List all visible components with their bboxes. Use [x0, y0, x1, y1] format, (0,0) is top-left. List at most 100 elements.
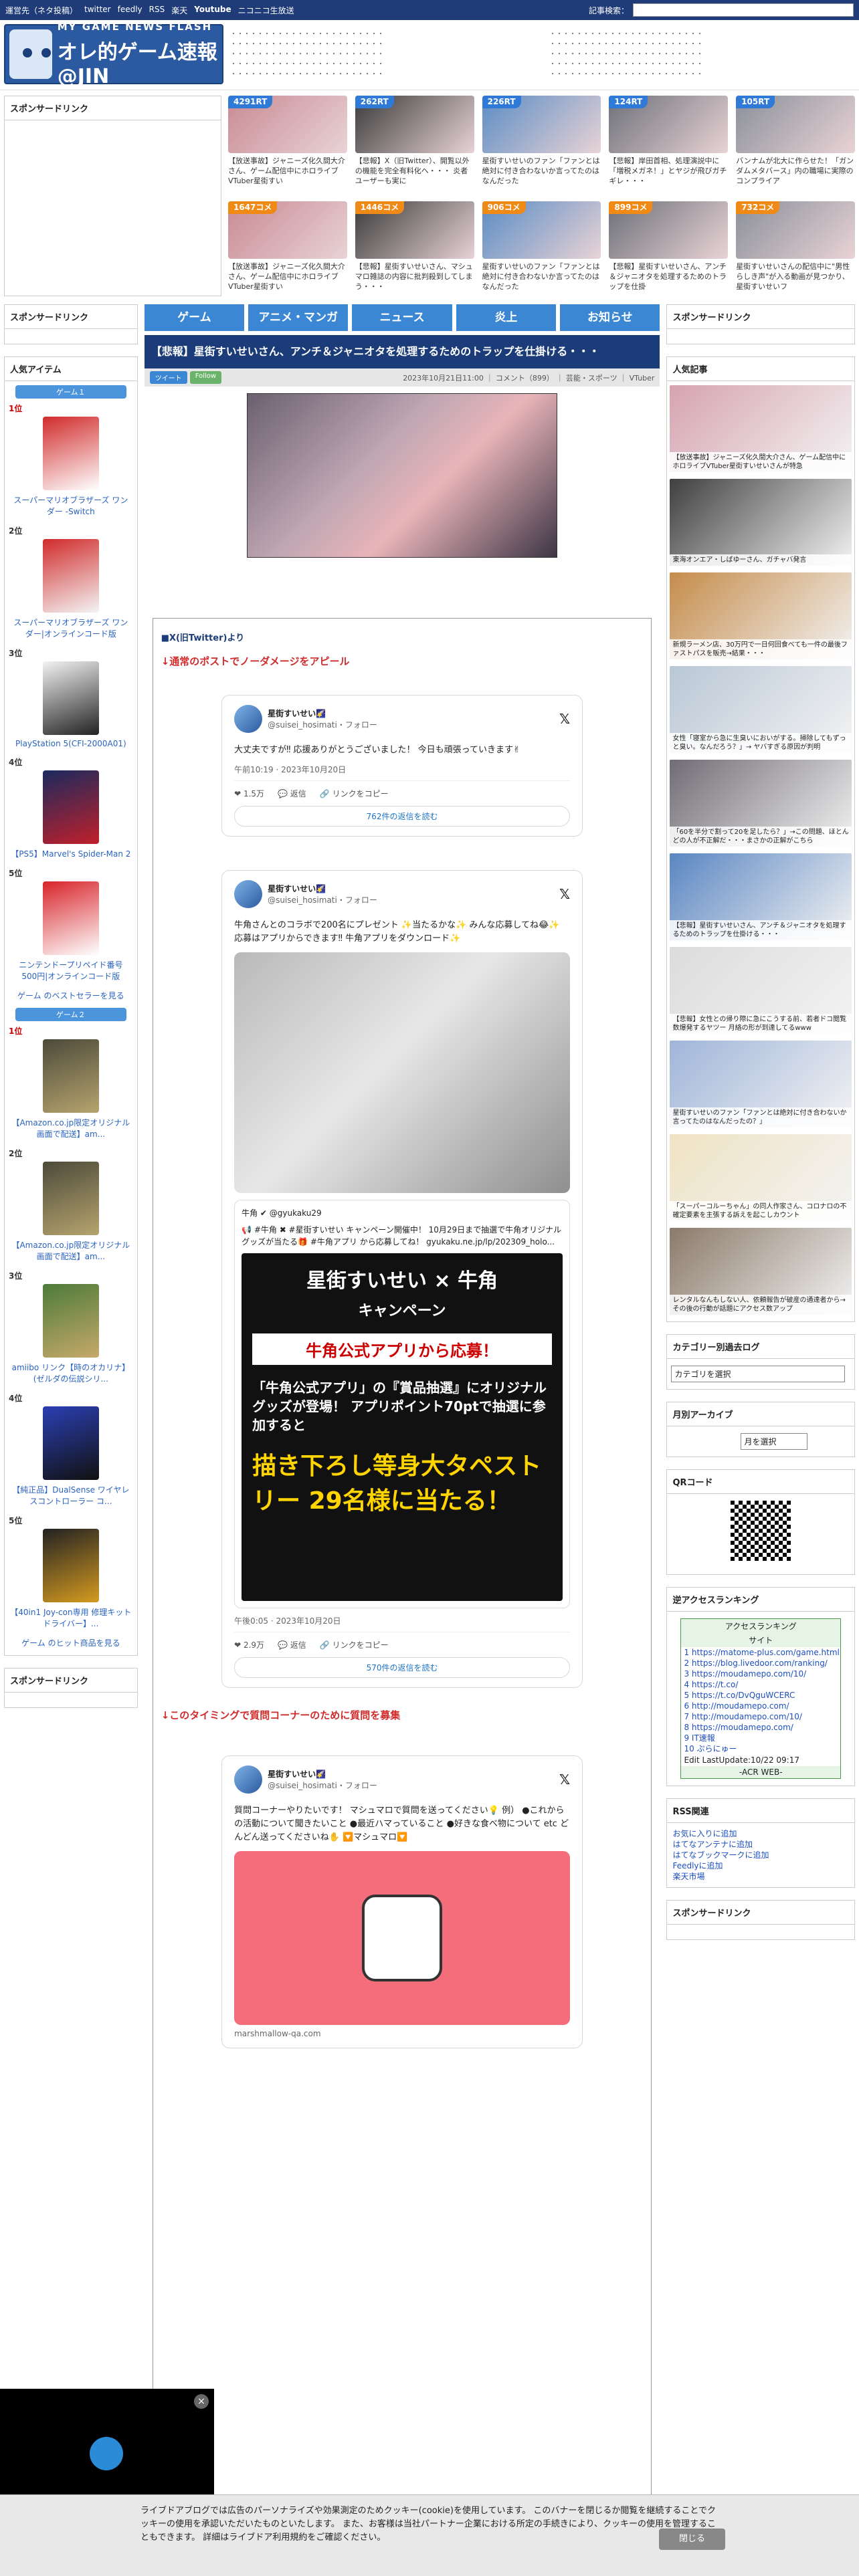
tweet-image[interactable]: [234, 952, 571, 1193]
play-icon[interactable]: [90, 2437, 123, 2470]
product-name[interactable]: ニンテンドープリペイド番号 500円|オンラインコード版: [10, 959, 132, 982]
product-name[interactable]: 【純正品】DualSense ワイヤレスコントローラー コ...: [10, 1484, 132, 1507]
product-image[interactable]: [42, 539, 99, 613]
headline-item[interactable]: ・・・・・・・・・・・・・・・・・・・・・・・: [230, 60, 536, 70]
product-image[interactable]: [42, 881, 99, 955]
ranking-card[interactable]: 124RT 【悲報】岸田首相、処理演説中に「増税メガネ！」とヤジが飛びガチギレ・・…: [609, 96, 729, 193]
nav-info[interactable]: お知らせ: [560, 304, 660, 331]
product-image[interactable]: [42, 1406, 99, 1480]
ranking-card[interactable]: 1446コメ 【悲報】星街すいせいさん、マシュマロ雑誌の内容に批判殺到してしまう・…: [355, 201, 474, 299]
ranking-card[interactable]: 262RT 【悲報】X（旧Twitter）、開覧以外の機能を完全有料化へ・・・ 炎…: [355, 96, 474, 193]
product-image[interactable]: [42, 770, 99, 844]
product-image[interactable]: [42, 661, 99, 735]
rss-link[interactable]: はてなアンテナに追加: [667, 1839, 854, 1850]
bestseller-link[interactable]: ゲーム のベストセラーを見る: [5, 990, 137, 1001]
quote-tweet[interactable]: 牛角 ✔ @gyukaku29 📢 #牛角 ✖ #星街すいせい キャンペーン開催…: [234, 1200, 571, 1608]
ranked-product[interactable]: 【Amazon.co.jp限定オリジナル画面で配送】am...: [5, 1039, 137, 1140]
rss-link[interactable]: 楽天市場: [667, 1871, 854, 1882]
game2-tab[interactable]: ゲーム２: [15, 1008, 126, 1021]
popular-article[interactable]: 【悲報】星街すいせいさん、アンチ＆ジャニオタを処理するためのトラップを仕掛ける・…: [670, 853, 852, 940]
rss-link[interactable]: はてなブックマークに追加: [667, 1850, 854, 1860]
link-twitter[interactable]: twitter: [84, 5, 111, 16]
ranked-product[interactable]: PlayStation 5(CFI-2000A01): [5, 661, 137, 748]
tweet-handle[interactable]: @suisei_hosimati・フォロー: [268, 894, 377, 905]
marshmallow-card[interactable]: [234, 1851, 571, 2025]
popular-article[interactable]: 女性「寝室から急に生臭いにおいがする。掃除してもずっと臭い。なんだろう？」→ ヤ…: [670, 666, 852, 753]
product-name[interactable]: 【40in1 Joy-con専用 修理キットドライバー】...: [10, 1606, 132, 1629]
product-image[interactable]: [42, 417, 99, 490]
ranking-card[interactable]: 899コメ 【悲報】星街すいせいさん、アンチ＆ジャニオタを処理するためのトラップを…: [609, 201, 729, 299]
read-replies-button[interactable]: 762件の返信を読む: [234, 806, 571, 827]
headline-item[interactable]: ・・・・・・・・・・・・・・・・・・・・・・・: [230, 70, 536, 80]
headline-item[interactable]: ・・・・・・・・・・・・・・・・・・・・・・・: [549, 29, 855, 39]
headline-item[interactable]: ・・・・・・・・・・・・・・・・・・・・・・・: [230, 49, 536, 60]
acr-item[interactable]: 5 https://t.co/DvQguWCERC: [681, 1690, 840, 1701]
month-select[interactable]: 月を選択: [741, 1433, 808, 1450]
tweet-time[interactable]: 午後0:05 · 2023年10月20日: [234, 1615, 571, 1632]
ranked-product[interactable]: ニンテンドープリペイド番号 500円|オンラインコード版: [5, 881, 137, 982]
copy-link-button[interactable]: 🔗 リンクをコピー: [320, 788, 389, 799]
tweet-handle[interactable]: @suisei_hosimati・フォロー: [268, 719, 377, 730]
tweet-handle[interactable]: @suisei_hosimati・フォロー: [268, 1780, 377, 1791]
product-name[interactable]: PlayStation 5(CFI-2000A01): [10, 739, 132, 748]
follow-button[interactable]: Follow: [189, 371, 222, 384]
product-name[interactable]: 【PS5】Marvel's Spider-Man 2: [10, 848, 132, 859]
popular-article[interactable]: レンタルなんもしない人、依頼報告が破産の通達者から→その後の行動が話題にアクセス…: [670, 1228, 852, 1315]
acr-item[interactable]: 9 IT速報: [681, 1733, 840, 1743]
popular-article[interactable]: 「スーパーコルーちゃん」の同人作家さん、コロナロの不確定要素を主張する訴えを起こ…: [670, 1134, 852, 1221]
link-post[interactable]: 運営先（ネタ投稿）: [5, 5, 78, 16]
headline-item[interactable]: ・・・・・・・・・・・・・・・・・・・・・・・: [230, 39, 536, 49]
tweet-author[interactable]: 星街すいせい🌠: [268, 883, 377, 894]
tweet-share-button[interactable]: ツイート: [149, 371, 187, 384]
headline-item[interactable]: ・・・・・・・・・・・・・・・・・・・・・・・: [549, 70, 855, 80]
ranked-product[interactable]: 【PS5】Marvel's Spider-Man 2: [5, 770, 137, 859]
ranked-product[interactable]: amiibo リンク【時のオカリナ】(ゼルダの伝説シリ...: [5, 1284, 137, 1384]
ranking-card[interactable]: 4291RT 【放送事故】ジャニーズ化久間大介さん、ゲーム配信中にホロライブVTu…: [228, 96, 347, 193]
product-image[interactable]: [42, 1529, 99, 1602]
nav-enjo[interactable]: 炎上: [456, 304, 557, 331]
like-button[interactable]: ❤ 2.9万: [234, 1639, 264, 1650]
tweet-time[interactable]: 午前10:19 · 2023年10月20日: [234, 764, 571, 781]
acr-item[interactable]: 8 https://moudamepo.com/: [681, 1722, 840, 1733]
acr-item[interactable]: 4 https://t.co/: [681, 1679, 840, 1690]
reply-button[interactable]: 💬 返信: [278, 1639, 306, 1650]
ranking-card[interactable]: 732コメ 星街すいせいさんの配信中に"男性らしき声"が入る動画が見つかり、星街す…: [736, 201, 855, 299]
product-name[interactable]: スーパーマリオブラザーズ ワンダー|オンラインコード版: [10, 617, 132, 639]
popular-article[interactable]: 「60を半分で割って20を足したら？」→この問題、ほとんどの人が不正解だ・・・ま…: [670, 760, 852, 847]
read-replies-button[interactable]: 570件の返信を読む: [234, 1657, 571, 1678]
ranked-product[interactable]: 【Amazon.co.jp限定オリジナル画面で配送】am...: [5, 1162, 137, 1262]
link-youtube[interactable]: Youtube: [194, 5, 231, 16]
nav-anime[interactable]: アニメ・マンガ: [248, 304, 349, 331]
product-image[interactable]: [42, 1039, 99, 1113]
popular-article[interactable]: 星街すいせいのファン「ファンとは絶対に付き合わないか言ってたのはなんだったの？」: [670, 1041, 852, 1128]
acr-footer[interactable]: -ACR WEB-: [681, 1766, 840, 1778]
search-input[interactable]: [633, 3, 854, 17]
ranked-product[interactable]: スーパーマリオブラザーズ ワンダー -Switch: [5, 417, 137, 517]
category-select[interactable]: カテゴリを選択: [671, 1366, 846, 1382]
ranked-product[interactable]: スーパーマリオブラザーズ ワンダー|オンラインコード版: [5, 539, 137, 639]
link-niconico[interactable]: ニコニコ生放送: [238, 5, 294, 16]
reply-button[interactable]: 💬 返信: [278, 788, 306, 799]
copy-link-button[interactable]: 🔗 リンクをコピー: [320, 1639, 389, 1650]
headline-item[interactable]: ・・・・・・・・・・・・・・・・・・・・・・・: [549, 39, 855, 49]
acr-item[interactable]: 10 ぷらにゅー: [681, 1743, 840, 1754]
acr-item[interactable]: 7 http://moudamepo.com/10/: [681, 1711, 840, 1722]
product-image[interactable]: [42, 1162, 99, 1235]
acr-item[interactable]: 6 http://moudamepo.com/: [681, 1701, 840, 1711]
ranked-product[interactable]: 【純正品】DualSense ワイヤレスコントローラー コ...: [5, 1406, 137, 1507]
popular-article[interactable]: 東海オンエア・しばゆーさん、ガチャバ発言: [670, 479, 852, 566]
ranked-product[interactable]: 【40in1 Joy-con専用 修理キットドライバー】...: [5, 1529, 137, 1629]
ranking-card[interactable]: 105RT バンナムが北大に作らせた！「ガンダムメタバース」内の職場に実際のコンプ…: [736, 96, 855, 193]
link-rakuten[interactable]: 楽天: [171, 5, 187, 16]
product-name[interactable]: スーパーマリオブラザーズ ワンダー -Switch: [10, 494, 132, 517]
acr-item[interactable]: 3 https://moudamepo.com/10/: [681, 1669, 840, 1679]
popular-article[interactable]: 新規ラーメン店、30万円で一日何回食べても一件の最後ファストパスを販売→結果・・…: [670, 572, 852, 659]
product-name[interactable]: amiibo リンク【時のオカリナ】(ゼルダの伝説シリ...: [10, 1362, 132, 1384]
acr-item[interactable]: 2 https://blog.livedoor.com/ranking/: [681, 1658, 840, 1669]
x-logo-icon[interactable]: 𝕏: [559, 711, 570, 727]
site-logo[interactable]: MY GAME NEWS FLASH オレ的ゲーム速報@JIN: [4, 21, 223, 88]
ranking-card[interactable]: 226RT 星街すいせいのファン「ファンとは絶対に付き合わないか言ってたのはなんだ…: [482, 96, 601, 193]
avatar[interactable]: [234, 880, 263, 908]
tweet-author[interactable]: 星街すいせい🌠: [268, 708, 377, 719]
close-icon[interactable]: ×: [194, 2394, 209, 2409]
